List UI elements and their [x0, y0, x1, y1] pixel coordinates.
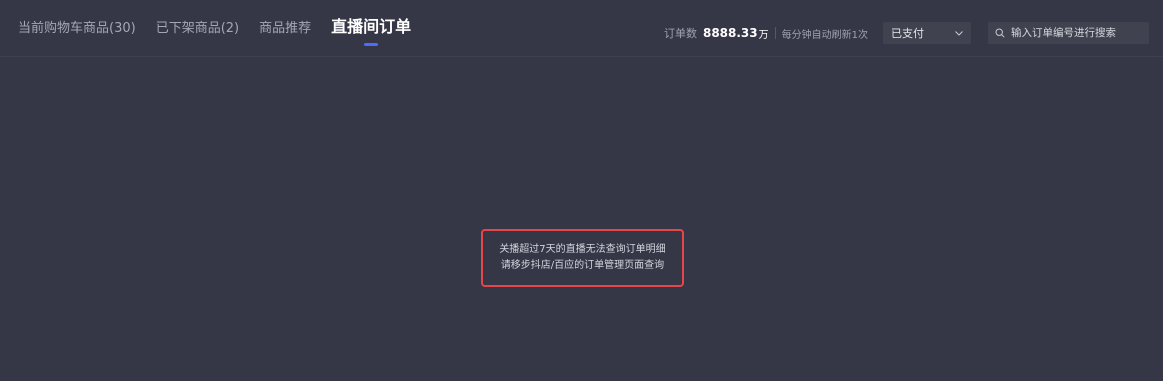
- tab-label: 当前购物车商品(30): [18, 21, 136, 36]
- notice-line-2: 请移步抖店/百应的订单管理页面查询: [500, 260, 665, 271]
- tab-delisted-products[interactable]: 已下架商品(2): [156, 18, 239, 40]
- active-tab-indicator: [364, 43, 379, 46]
- order-count-label: 订单数: [663, 27, 697, 40]
- divider: [774, 27, 776, 39]
- live-order-panel: 当前购物车商品(30) 已下架商品(2) 商品推荐 直播间订单 订单数 8888…: [0, 0, 1163, 381]
- order-count-value: 8888.33: [702, 26, 758, 40]
- tab-label: 已下架商品(2): [155, 21, 240, 36]
- tab-cart-products[interactable]: 当前购物车商品(30): [18, 18, 136, 40]
- tab-recommended-products[interactable]: 商品推荐: [259, 18, 311, 40]
- toolbar-right: 订单数 8888.33 万 每分钟自动刷新1次 已支付: [664, 22, 1149, 44]
- tab-bar: 当前购物车商品(30) 已下架商品(2) 商品推荐 直播间订单: [18, 17, 431, 46]
- tab-live-room-orders[interactable]: 直播间订单: [331, 14, 412, 46]
- order-status-selected: 已支付: [891, 27, 924, 40]
- order-query-notice: 关播超过7天的直播无法查询订单明细 请移步抖店/百应的订单管理页面查询: [481, 229, 684, 287]
- tab-label: 直播间订单: [331, 17, 412, 36]
- refresh-note: 每分钟自动刷新1次: [781, 29, 868, 41]
- order-status-select[interactable]: 已支付: [883, 22, 971, 44]
- order-search-input[interactable]: [1011, 27, 1141, 39]
- chevron-down-icon: [955, 29, 963, 37]
- search-icon: [995, 28, 1005, 38]
- notice-line-1: 关播超过7天的直播无法查询订单明细: [499, 244, 666, 255]
- order-count-unit: 万: [758, 29, 769, 41]
- top-bar: 当前购物车商品(30) 已下架商品(2) 商品推荐 直播间订单 订单数 8888…: [0, 0, 1163, 57]
- order-search-box[interactable]: [988, 22, 1149, 44]
- tab-label: 商品推荐: [259, 21, 312, 36]
